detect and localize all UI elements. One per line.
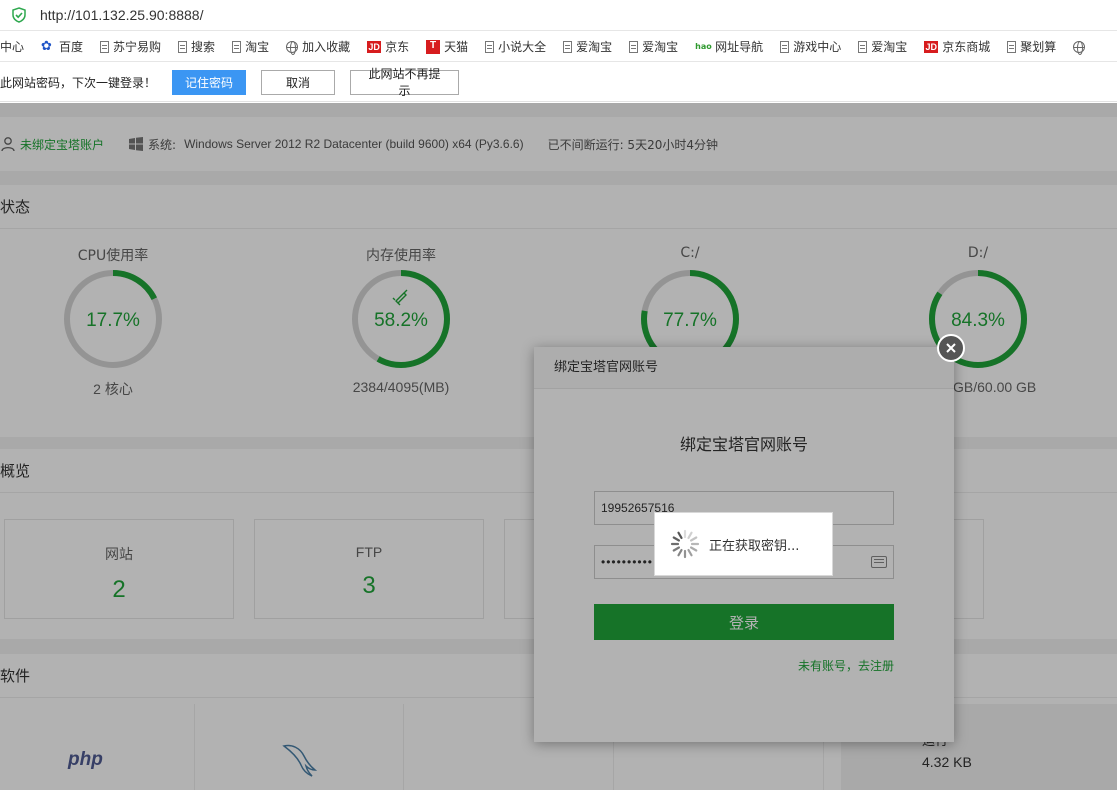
paw-icon: ✿	[41, 38, 52, 54]
doc-icon	[1007, 40, 1017, 53]
loading-spinner-icon	[670, 529, 700, 559]
cancel-button[interactable]: 取消	[261, 69, 336, 95]
password-prompt-text: 此网站密码，下次一键登录！	[0, 75, 157, 90]
bookmark-label: 爱淘宝	[871, 40, 908, 54]
globe-icon	[1073, 40, 1086, 55]
bookmark-item[interactable]: 淘宝	[232, 38, 269, 55]
loading-toast: 正在获取密钥...	[654, 512, 833, 576]
doc-icon	[858, 40, 868, 53]
spinner-spoke	[677, 531, 683, 540]
bookmark-item[interactable]	[1073, 40, 1089, 55]
bookmark-label: 淘宝	[245, 40, 270, 54]
doc-icon	[780, 40, 790, 53]
bookmark-label: 苏宁易购	[113, 40, 162, 54]
jd-icon: JD	[367, 40, 382, 53]
bookmark-item[interactable]: 中心	[0, 38, 24, 55]
bookmark-item[interactable]: 苏宁易购	[100, 38, 161, 55]
spinner-spoke	[687, 548, 693, 557]
bookmark-label: 京东商城	[942, 40, 991, 54]
password-save-bar: 此网站密码，下次一键登录！ 记住密码 取消 此网站不再提示	[0, 63, 1117, 102]
doc-icon	[485, 40, 495, 53]
doc-icon	[563, 40, 573, 53]
bookmark-item[interactable]: 加入收藏	[286, 38, 350, 55]
bookmark-item[interactable]: T 天猫	[426, 38, 468, 55]
spinner-spoke	[687, 531, 693, 540]
bookmark-item[interactable]: JD 京东	[367, 38, 409, 55]
spinner-spoke	[677, 548, 683, 557]
doc-icon	[178, 40, 188, 53]
bookmark-item[interactable]: 搜索	[178, 38, 215, 55]
bookmark-label: 网址导航	[715, 40, 764, 54]
bookmark-item[interactable]: 游戏中心	[780, 38, 841, 55]
url-text[interactable]: http://101.132.25.90:8888/	[40, 7, 203, 23]
never-ask-button[interactable]: 此网站不再提示	[350, 67, 460, 98]
bookmark-label: 搜索	[191, 40, 216, 54]
loading-text: 正在获取密钥...	[709, 538, 800, 554]
shield-icon	[12, 7, 26, 23]
doc-icon	[232, 40, 242, 53]
doc-icon	[629, 40, 639, 53]
bookmark-item[interactable]: hao 网址导航	[695, 38, 763, 55]
tmall-icon: T	[426, 39, 441, 54]
bookmark-item[interactable]: 爱淘宝	[858, 38, 907, 55]
bookmark-item[interactable]: JD 京东商城	[924, 38, 990, 55]
bookmark-item[interactable]: 聚划算	[1007, 38, 1056, 55]
doc-icon	[100, 40, 110, 53]
bookmarks-bar: 中心 ✿ 百度 苏宁易购 搜索 淘宝 加入收藏 JD 京东 T 天猫 小说大全 爱淘宝 爱淘宝 hao 网址导…	[0, 32, 1117, 62]
bookmark-item[interactable]: 爱淘宝	[563, 38, 612, 55]
globe-icon	[286, 40, 299, 55]
bookmark-label: 爱淘宝	[642, 40, 679, 54]
bookmark-label: 百度	[59, 40, 84, 54]
bookmark-label: 京东	[385, 40, 410, 54]
bookmark-label: 游戏中心	[793, 40, 842, 54]
bookmark-label: 小说大全	[498, 40, 547, 54]
bookmark-label: 天猫	[444, 40, 469, 54]
bookmark-label: 爱淘宝	[576, 40, 613, 54]
close-dialog-button[interactable]	[937, 334, 965, 362]
bookmark-item[interactable]: 小说大全	[485, 38, 546, 55]
spinner-spoke	[689, 546, 698, 552]
spinner-spoke	[672, 546, 681, 552]
close-icon	[946, 343, 956, 353]
bookmark-label: 加入收藏	[302, 40, 351, 54]
bookmark-item[interactable]: 爱淘宝	[629, 38, 678, 55]
remember-password-button[interactable]: 记住密码	[172, 69, 247, 95]
jd-icon: JD	[924, 40, 939, 53]
bookmark-label: 聚划算	[1020, 40, 1057, 54]
bookmark-item[interactable]: ✿ 百度	[41, 38, 83, 55]
bookmark-label: 中心	[0, 40, 25, 54]
spinner-spoke	[689, 536, 698, 542]
address-bar[interactable]: http://101.132.25.90:8888/	[0, 0, 1117, 31]
spinner-spoke	[672, 536, 681, 542]
hao-icon: hao	[695, 41, 712, 51]
